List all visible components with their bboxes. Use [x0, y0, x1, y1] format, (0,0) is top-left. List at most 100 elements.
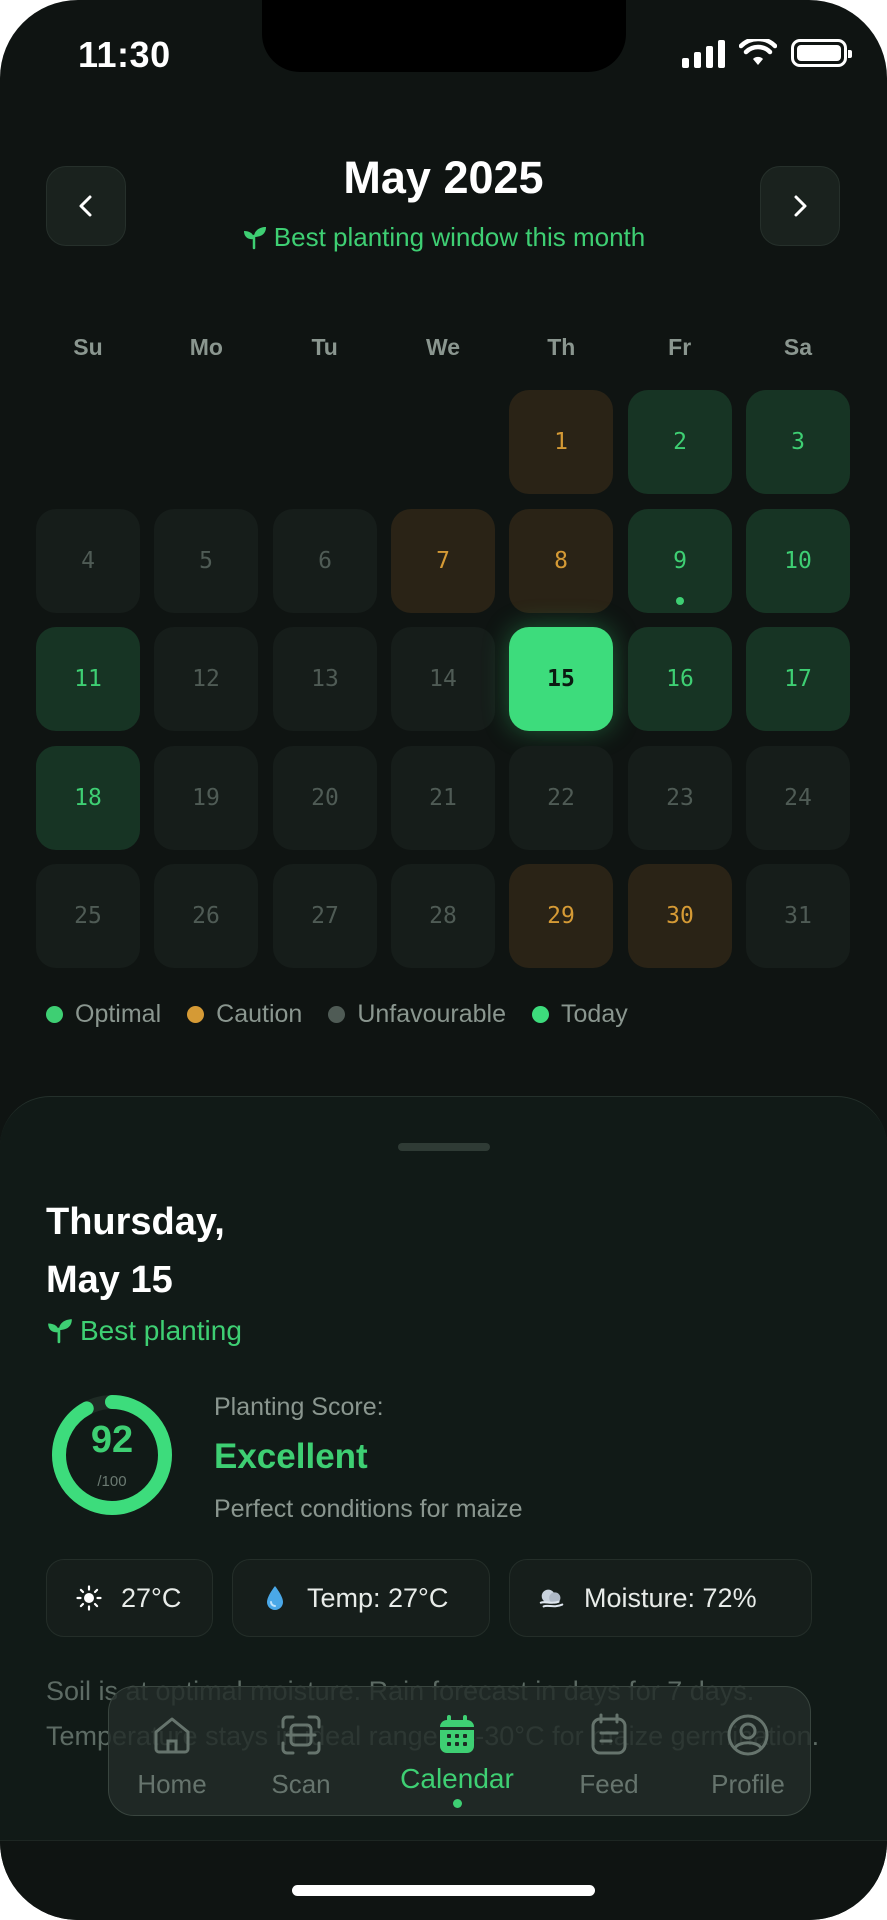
phone-screen: 11:30 May 2025 Best planting window this… — [0, 0, 887, 1920]
calendar-day-number: 20 — [311, 785, 339, 811]
temperature-chip: Temp: 27°C — [232, 1559, 490, 1637]
next-month-button[interactable] — [760, 166, 840, 246]
calendar-day[interactable]: 23 — [628, 746, 732, 850]
calendar-day[interactable]: 25 — [36, 864, 140, 968]
month-subtitle-text: Best planting window this month — [273, 222, 646, 252]
calendar-day[interactable]: 11 — [36, 627, 140, 731]
calendar-day[interactable]: 26 — [154, 864, 258, 968]
calendar-day-number: 12 — [192, 666, 220, 692]
wifi-icon — [739, 39, 777, 65]
bottom-safe-area — [0, 1840, 887, 1920]
calendar-legend: Optimal Caution Unfavourable Today — [46, 1000, 628, 1029]
calendar-day[interactable]: 24 — [746, 746, 850, 850]
home-icon — [150, 1711, 194, 1759]
event-dot — [676, 597, 684, 605]
feed-icon — [589, 1711, 629, 1759]
calendar-day-number: 7 — [436, 548, 450, 574]
calendar-day[interactable]: 7 — [391, 509, 495, 613]
signal-icon — [682, 38, 725, 68]
legend-dot — [532, 1006, 550, 1023]
calendar-day[interactable]: 17 — [746, 627, 850, 731]
score-max: /100 — [97, 1473, 127, 1490]
calendar-day[interactable]: 6 — [273, 509, 377, 613]
calendar-day-number: 23 — [666, 785, 694, 811]
calendar-day[interactable]: 9 — [628, 509, 732, 613]
calendar-day[interactable]: 27 — [273, 864, 377, 968]
calendar-day[interactable]: 1 — [509, 390, 613, 494]
calendar-day[interactable]: 18 — [36, 746, 140, 850]
tab-label: Home — [137, 1769, 207, 1799]
calendar-day[interactable]: 3 — [746, 390, 850, 494]
calendar-day[interactable]: 29 — [509, 864, 613, 968]
planting-tag: Best planting — [46, 1315, 242, 1347]
calendar-day-today[interactable]: 15 — [509, 627, 613, 731]
calendar-day[interactable]: 20 — [273, 746, 377, 850]
calendar-day[interactable]: 12 — [154, 627, 258, 731]
calendar-day-number: 10 — [784, 548, 812, 574]
scan-icon — [279, 1711, 323, 1759]
tab-bar: Home Scan Calendar Feed Profile — [108, 1686, 811, 1816]
month-title: May 2025 — [343, 152, 544, 203]
weekday-header: Su Mo Tu We Th Fr Sa — [36, 334, 850, 361]
camera-notch — [262, 0, 626, 72]
sprout-icon — [48, 1319, 72, 1344]
legend-caution: Caution — [187, 1000, 302, 1029]
calendar-day-number: 31 — [784, 903, 812, 929]
calendar-grid: 1 2 3 4 5 6 7 8 9 10 11 12 13 14 15 16 17 18 19 20 21 22 23 24 2… — [36, 390, 850, 968]
calendar-day-number: 13 — [311, 666, 339, 692]
tab-scan[interactable]: Scan — [251, 1687, 351, 1817]
legend-label: Optimal — [75, 1000, 162, 1028]
calendar-day[interactable]: 13 — [273, 627, 377, 731]
calendar-day-number: 11 — [74, 666, 102, 692]
score-grade: Excellent — [214, 1437, 368, 1476]
calendar-day[interactable]: 30 — [628, 864, 732, 968]
calendar-day-number: 5 — [199, 548, 213, 574]
calendar-day-number: 28 — [429, 903, 457, 929]
active-tab-indicator — [452, 1799, 462, 1808]
calendar-day[interactable]: 31 — [746, 864, 850, 968]
tab-label: Feed — [579, 1769, 639, 1799]
tab-home[interactable]: Home — [117, 1687, 227, 1817]
moisture-chip: Moisture: 72% — [509, 1559, 812, 1637]
sprout-icon — [243, 227, 266, 250]
weekday-label: Tu — [311, 334, 338, 360]
legend-dot — [328, 1006, 346, 1023]
weather-chip-text: 27°C — [121, 1582, 182, 1613]
tab-calendar[interactable]: Calendar — [387, 1687, 527, 1817]
calendar-day[interactable]: 8 — [509, 509, 613, 613]
wind-icon — [538, 1585, 566, 1611]
tab-label: Scan — [271, 1769, 331, 1799]
calendar-day-number: 1 — [554, 429, 568, 455]
calendar-day[interactable]: 21 — [391, 746, 495, 850]
calendar-day[interactable]: 22 — [509, 746, 613, 850]
moisture-chip-text: Moisture: 72% — [584, 1582, 757, 1613]
calendar-day[interactable]: 4 — [36, 509, 140, 613]
tab-feed[interactable]: Feed — [559, 1687, 659, 1817]
status-icons — [682, 38, 852, 68]
sheet-drag-handle[interactable] — [398, 1143, 490, 1151]
calendar-day[interactable]: 2 — [628, 390, 732, 494]
calendar-day[interactable]: 19 — [154, 746, 258, 850]
calendar-day-number: 19 — [192, 785, 220, 811]
tab-profile[interactable]: Profile — [693, 1687, 803, 1817]
calendar-day-number: 14 — [429, 666, 457, 692]
calendar-day-number: 2 — [673, 429, 687, 455]
calendar-day-number: 8 — [554, 548, 568, 574]
calendar-day-number: 30 — [666, 903, 694, 929]
droplet-icon — [261, 1584, 289, 1612]
calendar-day-number: 4 — [81, 548, 95, 574]
calendar-day[interactable]: 28 — [391, 864, 495, 968]
legend-dot — [46, 1006, 63, 1023]
calendar-day[interactable]: 5 — [154, 509, 258, 613]
calendar-day-number: 25 — [74, 903, 102, 929]
calendar-day-number: 6 — [318, 548, 332, 574]
calendar-day[interactable]: 16 — [628, 627, 732, 731]
calendar-day-number: 21 — [429, 785, 457, 811]
sun-icon — [75, 1585, 103, 1611]
calendar-day[interactable]: 14 — [391, 627, 495, 731]
calendar-day-number: 27 — [311, 903, 339, 929]
score-description: Perfect conditions for maize — [214, 1495, 523, 1523]
score-label: Planting Score: — [214, 1393, 384, 1421]
profile-icon — [726, 1711, 770, 1759]
calendar-day[interactable]: 10 — [746, 509, 850, 613]
